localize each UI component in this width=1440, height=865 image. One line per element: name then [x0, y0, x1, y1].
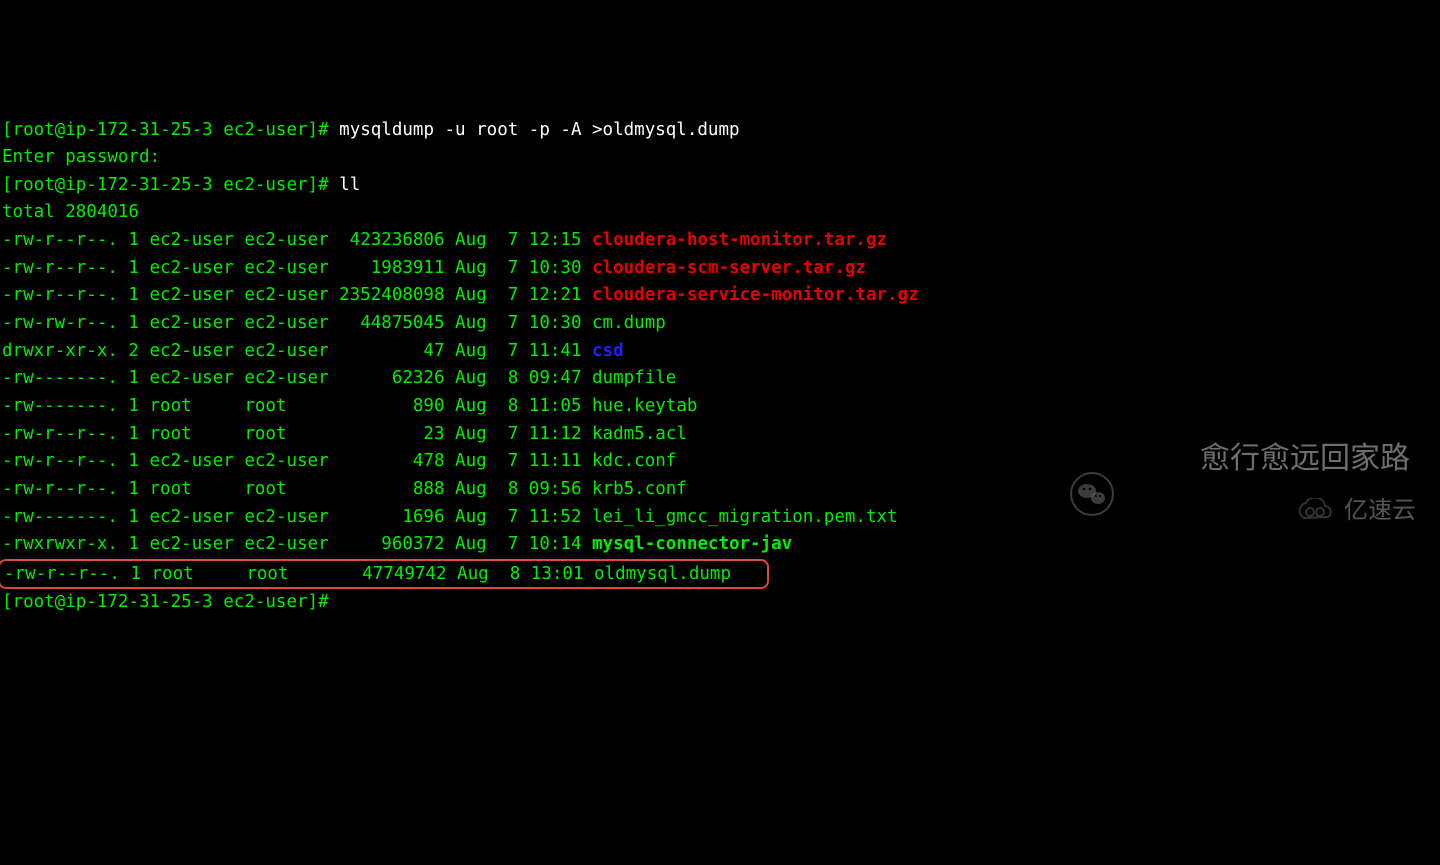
- file-name: mysql-connector-jav: [592, 534, 792, 554]
- file-name: lei_li_gmcc_migration.pem.txt: [592, 507, 898, 527]
- file-meta: -rw-r--r--. 1 ec2-user ec2-user 478 Aug …: [2, 451, 592, 471]
- file-row: -rw-r--r--. 1 ec2-user ec2-user 1983911 …: [2, 255, 1438, 283]
- prompt-line: [root@ip-172-31-25-3 ec2-user]# mysqldum…: [2, 117, 1438, 145]
- file-name: oldmysql.dump: [594, 564, 731, 584]
- file-meta: -rw-r--r--. 1 ec2-user ec2-user 23524080…: [2, 285, 592, 305]
- file-meta: -rwxrwxr-x. 1 ec2-user ec2-user 960372 A…: [2, 534, 592, 554]
- file-name: cloudera-host-monitor.tar.gz: [592, 230, 887, 250]
- file-name: cm.dump: [592, 313, 666, 333]
- file-row: -rw-r--r--. 1 ec2-user ec2-user 42323680…: [2, 227, 1438, 255]
- terminal-output: [root@ip-172-31-25-3 ec2-user]# mysqldum…: [2, 117, 1438, 617]
- file-row: -rw-r--r--. 1 ec2-user ec2-user 478 Aug …: [2, 448, 1438, 476]
- file-row: -rw-rw-r--. 1 ec2-user ec2-user 44875045…: [2, 310, 1438, 338]
- password-prompt: Enter password:: [2, 144, 1438, 172]
- file-row: -rwxrwxr-x. 1 ec2-user ec2-user 960372 A…: [2, 531, 1438, 559]
- file-meta: -rw-------. 1 ec2-user ec2-user 1696 Aug…: [2, 507, 592, 527]
- file-meta: -rw-r--r--. 1 ec2-user ec2-user 42323680…: [2, 230, 592, 250]
- prompt-line[interactable]: [root@ip-172-31-25-3 ec2-user]#: [2, 589, 1438, 617]
- file-name: cloudera-service-monitor.tar.gz: [592, 285, 919, 305]
- file-meta: -rw-r--r--. 1 root root 23 Aug 7 11:12: [2, 424, 592, 444]
- command: mysqldump -u root -p -A >oldmysql.dump: [339, 120, 739, 140]
- file-name: krb5.conf: [592, 479, 687, 499]
- file-row: -rw-r--r--. 1 root root 888 Aug 8 09:56 …: [2, 476, 1438, 504]
- file-name: cloudera-scm-server.tar.gz: [592, 258, 866, 278]
- highlighted-file-row: -rw-r--r--. 1 root root 47749742 Aug 8 1…: [2, 559, 1438, 589]
- file-name: hue.keytab: [592, 396, 697, 416]
- file-meta: -rw-r--r--. 1 ec2-user ec2-user 1983911 …: [2, 258, 592, 278]
- file-meta: -rw-r--r--. 1 root root 888 Aug 8 09:56: [2, 479, 592, 499]
- file-meta: drwxr-xr-x. 2 ec2-user ec2-user 47 Aug 7…: [2, 341, 592, 361]
- prompt-line: [root@ip-172-31-25-3 ec2-user]# ll: [2, 172, 1438, 200]
- file-name: kdc.conf: [592, 451, 676, 471]
- file-meta: -rw-------. 1 root root 890 Aug 8 11:05: [2, 396, 592, 416]
- file-row: drwxr-xr-x. 2 ec2-user ec2-user 47 Aug 7…: [2, 338, 1438, 366]
- total-line: total 2804016: [2, 199, 1438, 227]
- file-name: csd: [592, 341, 624, 361]
- file-row: -rw-------. 1 ec2-user ec2-user 62326 Au…: [2, 365, 1438, 393]
- file-meta: -rw-rw-r--. 1 ec2-user ec2-user 44875045…: [2, 313, 592, 333]
- file-name: kadm5.acl: [592, 424, 687, 444]
- file-row: -rw-------. 1 ec2-user ec2-user 1696 Aug…: [2, 504, 1438, 532]
- command: ll: [339, 175, 360, 195]
- file-name: dumpfile: [592, 368, 676, 388]
- file-row: -rw-------. 1 root root 890 Aug 8 11:05 …: [2, 393, 1438, 421]
- file-row: -rw-r--r--. 1 root root 23 Aug 7 11:12 k…: [2, 421, 1438, 449]
- file-row: -rw-r--r--. 1 ec2-user ec2-user 23524080…: [2, 282, 1438, 310]
- file-meta: -rw-------. 1 ec2-user ec2-user 62326 Au…: [2, 368, 592, 388]
